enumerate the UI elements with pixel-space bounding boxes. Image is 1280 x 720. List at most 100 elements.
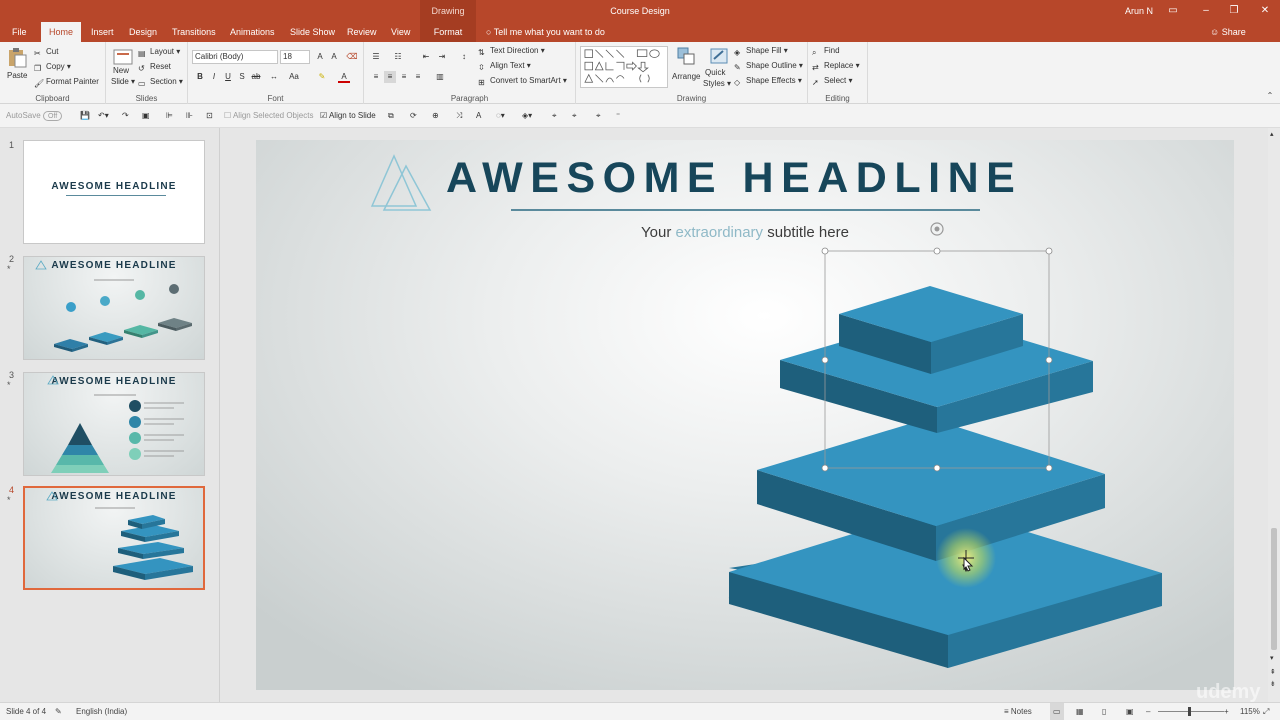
- redo-icon[interactable]: ↷: [122, 109, 129, 123]
- format-painter-button[interactable]: 🖌 Format Painter: [34, 75, 99, 89]
- zoom-slider-thumb[interactable]: [1188, 707, 1191, 716]
- increase-font-icon[interactable]: A: [314, 51, 326, 63]
- eyedropper-icon[interactable]: ⌖: [552, 109, 557, 123]
- tab-design[interactable]: Design: [123, 22, 163, 42]
- tab-transitions[interactable]: Transitions: [166, 22, 222, 42]
- underline-icon[interactable]: U: [222, 71, 234, 83]
- customize-qat-icon[interactable]: ⁼: [616, 109, 620, 123]
- clear-formatting-icon[interactable]: ⌫: [346, 51, 358, 63]
- find-button[interactable]: ⌕ Find: [812, 44, 840, 58]
- replace-button[interactable]: ⇄ Replace ▾: [812, 59, 860, 73]
- slide-4[interactable]: AWESOME HEADLINE Your extraordinary subt…: [256, 140, 1234, 690]
- text-effects-icon[interactable]: A: [476, 109, 481, 123]
- select-button[interactable]: ➚ Select ▾: [812, 74, 852, 88]
- shape-outline-button[interactable]: ✎ Shape Outline ▾: [734, 59, 803, 73]
- scroll-up-icon[interactable]: ▴: [1270, 130, 1274, 138]
- align-icon[interactable]: ⊫: [166, 109, 173, 123]
- slide-thumbnail-3[interactable]: AWESOME HEADLINE: [23, 372, 205, 476]
- align-center-icon[interactable]: ≡: [384, 71, 396, 83]
- convert-smartart-button[interactable]: ⊞ Convert to SmartArt ▾: [478, 74, 567, 88]
- tab-format[interactable]: Format: [420, 22, 476, 42]
- scroll-down-icon[interactable]: ▾: [1270, 654, 1274, 662]
- share-button[interactable]: ☺ Share: [1210, 22, 1246, 42]
- font-size-combo[interactable]: 18: [280, 50, 310, 64]
- arrange-button[interactable]: Arrange: [672, 70, 700, 84]
- shadow-icon[interactable]: S: [236, 71, 248, 83]
- ribbon-display-options-icon[interactable]: ▭: [1160, 0, 1186, 22]
- paste-icon[interactable]: [6, 46, 28, 68]
- reading-view-icon[interactable]: ▯: [1102, 703, 1106, 720]
- tab-slide-show[interactable]: Slide Show: [284, 22, 341, 42]
- fill-color-qat-icon[interactable]: ◈▾: [522, 109, 532, 123]
- reset-button[interactable]: ↺ Reset: [138, 60, 171, 74]
- shape-effects-button[interactable]: ◇ Shape Effects ▾: [734, 74, 802, 88]
- layer-3-platform[interactable]: [757, 418, 1105, 561]
- slide-thumbnail-1[interactable]: AWESOME HEADLINE: [23, 140, 205, 244]
- section-button[interactable]: ▭ Section ▾: [138, 75, 183, 89]
- spellcheck-icon[interactable]: ✎: [55, 703, 62, 720]
- zoom-in-icon[interactable]: +: [1224, 703, 1229, 720]
- decrease-font-icon[interactable]: A: [328, 51, 340, 63]
- char-spacing-icon[interactable]: ↔: [268, 71, 280, 83]
- tab-home[interactable]: Home: [41, 22, 81, 42]
- italic-icon[interactable]: I: [208, 71, 220, 83]
- change-case-icon[interactable]: Aa: [288, 71, 300, 83]
- align-selected-objects-checkbox[interactable]: ☐ Align Selected Objects: [224, 109, 313, 123]
- cut-button[interactable]: ✂ Cut: [34, 45, 58, 59]
- shapes-gallery[interactable]: [580, 46, 668, 88]
- rotate-handle-icon[interactable]: [930, 222, 944, 236]
- line-spacing-icon[interactable]: ↕: [458, 51, 470, 63]
- new-slide-button-2[interactable]: Slide ▾: [111, 77, 135, 91]
- tab-file[interactable]: File: [6, 22, 33, 42]
- font-color-icon[interactable]: A: [338, 71, 350, 83]
- strikethrough-icon[interactable]: ab: [250, 71, 262, 83]
- slide-thumbnail-4[interactable]: AWESOME HEADLINE: [23, 486, 205, 590]
- start-slideshow-icon[interactable]: ▣: [142, 109, 150, 123]
- font-name-combo[interactable]: Calibri (Body): [192, 50, 278, 64]
- arrange-icon[interactable]: [676, 46, 696, 66]
- align-text-button[interactable]: ⇳ Align Text ▾: [478, 59, 531, 73]
- bold-icon[interactable]: B: [194, 71, 206, 83]
- align-left-icon[interactable]: ≡: [370, 71, 382, 83]
- new-slide-icon[interactable]: [112, 46, 134, 68]
- undo-icon[interactable]: ↶▾: [98, 109, 109, 123]
- slide-sorter-icon[interactable]: ▦: [1076, 703, 1084, 720]
- numbering-icon[interactable]: ☷: [392, 51, 404, 63]
- crop-icon[interactable]: ⧉: [388, 109, 394, 123]
- save-icon[interactable]: 💾: [80, 109, 90, 123]
- tab-view[interactable]: View: [385, 22, 416, 42]
- fit-to-window-icon[interactable]: ⤢: [1263, 703, 1269, 720]
- tab-review[interactable]: Review: [341, 22, 383, 42]
- previous-slide-icon[interactable]: ⇞: [1270, 668, 1276, 676]
- increase-indent-icon[interactable]: ⇥: [436, 51, 448, 63]
- distribute-icon[interactable]: ⊪: [186, 109, 193, 123]
- quick-styles-icon[interactable]: [708, 46, 730, 66]
- align-right-icon[interactable]: ≡: [398, 71, 410, 83]
- restore-icon[interactable]: ❐: [1221, 0, 1247, 22]
- shape-fill-button[interactable]: ◈ Shape Fill ▾: [734, 44, 788, 58]
- eyedropper-outline-icon[interactable]: ⌖: [572, 109, 577, 123]
- group-icon[interactable]: ⊡: [206, 109, 213, 123]
- text-direction-button[interactable]: ⇅ Text Direction ▾: [478, 44, 545, 58]
- normal-view-icon[interactable]: ▭: [1050, 703, 1064, 720]
- language-indicator[interactable]: English (India): [76, 703, 127, 720]
- tell-me-search[interactable]: ○ Tell me what you want to do: [486, 22, 605, 42]
- collapse-ribbon-icon[interactable]: ⌃: [1264, 90, 1276, 102]
- shape-effects-qat-icon[interactable]: ◌▾: [496, 109, 505, 123]
- notes-button[interactable]: ≡ Notes: [1004, 703, 1032, 720]
- decrease-indent-icon[interactable]: ⇤: [420, 51, 432, 63]
- zoom-slider[interactable]: [1158, 711, 1224, 712]
- edit-points-icon[interactable]: ⤨: [456, 109, 462, 123]
- copy-button[interactable]: ❐ Copy ▾: [34, 60, 71, 74]
- highlight-icon[interactable]: ✎: [316, 71, 328, 83]
- zoom-level[interactable]: 115%: [1240, 703, 1260, 720]
- bullets-icon[interactable]: ☰: [370, 51, 382, 63]
- rotate-icon[interactable]: ⟳: [410, 109, 417, 123]
- slideshow-view-icon[interactable]: ▣: [1126, 703, 1134, 720]
- align-to-slide-checkbox[interactable]: ☑ Align to Slide: [320, 109, 376, 123]
- layout-button[interactable]: ▤ Layout ▾: [138, 45, 180, 59]
- tab-insert[interactable]: Insert: [85, 22, 120, 42]
- columns-icon[interactable]: ▥: [434, 71, 446, 83]
- justify-icon[interactable]: ≡: [412, 71, 424, 83]
- eyedropper-text-icon[interactable]: ⌖: [596, 109, 601, 123]
